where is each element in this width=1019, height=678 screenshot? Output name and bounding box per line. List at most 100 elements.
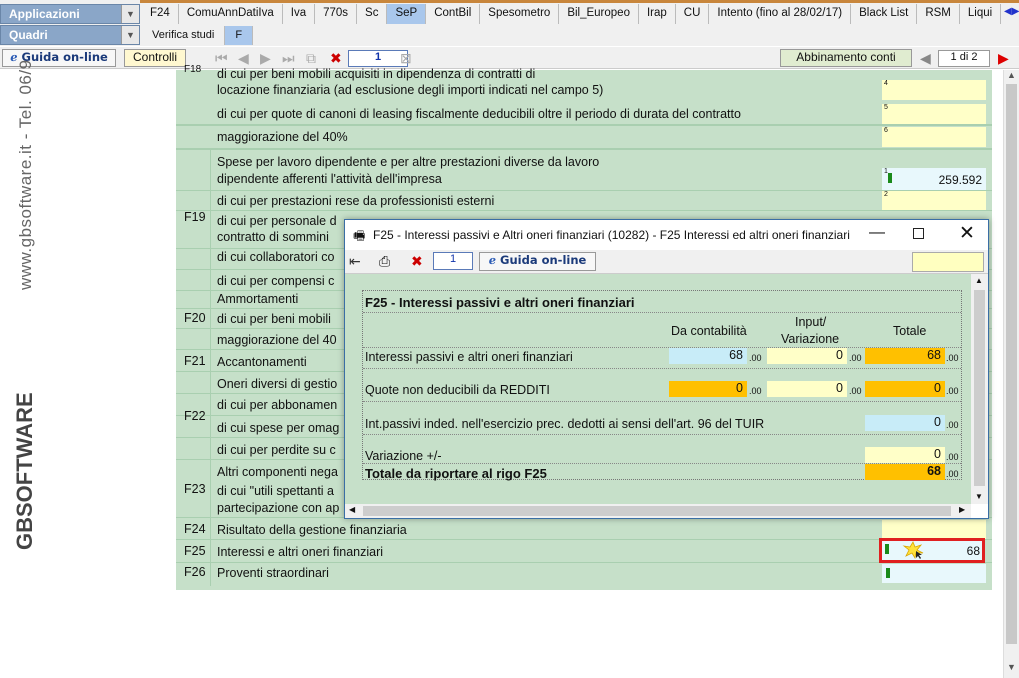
tab-sc[interactable]: Sc bbox=[357, 4, 388, 24]
quote-input[interactable]: 0 bbox=[767, 381, 847, 397]
scroll-thumb[interactable] bbox=[974, 290, 985, 486]
tab-contbil[interactable]: ContBil bbox=[426, 4, 481, 24]
row-label: di cui spese per omag bbox=[217, 421, 340, 435]
top-menu-bar: Applicazioni ▼ Quadri ▼ F24 ComuAnnDatiIv… bbox=[0, 0, 1019, 46]
close-icon[interactable]: ✕ bbox=[959, 222, 975, 245]
status-marker-icon bbox=[888, 173, 892, 183]
variazione-totale[interactable]: 0 bbox=[865, 447, 945, 463]
maximize-icon[interactable] bbox=[913, 228, 924, 239]
quote-contabilita[interactable]: 0 bbox=[669, 381, 747, 397]
value: 0 bbox=[934, 447, 941, 461]
delete-page-icon[interactable]: ✖ bbox=[330, 50, 342, 67]
copy-icon[interactable]: ⧉ bbox=[306, 50, 316, 67]
dialog-hscroll[interactable]: ◀ ▶ bbox=[345, 504, 971, 518]
form-row-f26: F26 Proventi straordinari bbox=[176, 563, 992, 586]
row-label: Accantonamenti bbox=[217, 355, 307, 369]
tab-cu[interactable]: CU bbox=[676, 4, 710, 24]
exit-door-icon[interactable]: ⇤ bbox=[349, 253, 361, 270]
tabs-scroll-arrows[interactable]: ◀▶ bbox=[1004, 6, 1019, 17]
scroll-up-icon[interactable]: ▲ bbox=[975, 276, 983, 285]
dialog-toolbar: ⇤ ⎙ ✖ 1 ℯ Guida on-line bbox=[345, 250, 988, 274]
tab-liqui[interactable]: Liqui bbox=[960, 4, 1002, 24]
row-label: di cui per beni mobili bbox=[217, 312, 331, 326]
dialog-vscroll[interactable]: ▲ ▼ bbox=[971, 274, 988, 504]
abbinamento-conti-button[interactable]: Abbinamento conti bbox=[780, 49, 912, 67]
controlli-label: Controlli bbox=[132, 50, 177, 64]
page-number-field[interactable]: 1 bbox=[348, 50, 408, 67]
input-campo-2[interactable]: 2 bbox=[882, 191, 986, 210]
col-header-contabilita: Da contabilità bbox=[671, 324, 747, 338]
prev-pages-icon[interactable]: ◀ bbox=[920, 50, 931, 67]
chevron-down-icon[interactable]: ▼ bbox=[121, 26, 139, 44]
cancel-icon[interactable]: ⊠ bbox=[400, 50, 412, 67]
int-passivi-totale[interactable]: 0 bbox=[865, 415, 945, 431]
tab-rsm[interactable]: RSM bbox=[917, 4, 960, 24]
prev-page-icon[interactable]: ◀ bbox=[238, 50, 249, 67]
field-number: 6 bbox=[884, 127, 888, 134]
scroll-thumb[interactable] bbox=[363, 506, 951, 516]
controlli-button[interactable]: Controlli bbox=[124, 49, 186, 67]
field-number: 5 bbox=[884, 104, 888, 111]
scroll-down-icon[interactable]: ▼ bbox=[975, 492, 983, 501]
module-tabs: F24 ComuAnnDatiIva Iva 770s Sc SeP ContBil Spes… bbox=[142, 4, 1002, 25]
form-row-f25: F25 Interessi e altri oneri finanziari 6… bbox=[176, 538, 992, 563]
scroll-left-icon[interactable]: ◀ bbox=[349, 505, 355, 514]
tab-sep[interactable]: SeP bbox=[387, 4, 427, 24]
row-code-f23: F23 bbox=[184, 482, 206, 496]
tab-iva[interactable]: Iva bbox=[283, 4, 316, 24]
minimize-icon[interactable]: — bbox=[869, 224, 885, 242]
row-label: di cui per quote di canoni di leasing fi… bbox=[217, 107, 741, 121]
tab-f24[interactable]: F24 bbox=[142, 4, 179, 24]
tab-black-list[interactable]: Black List bbox=[851, 4, 918, 24]
applicazioni-select[interactable]: Applicazioni ▼ bbox=[0, 4, 140, 24]
next-pages-icon[interactable]: ▶ bbox=[998, 50, 1009, 67]
first-page-icon[interactable]: ⏮ bbox=[215, 50, 228, 67]
input-f26[interactable] bbox=[882, 564, 986, 583]
input-campo-6[interactable]: 6 bbox=[882, 127, 986, 147]
page-scrollbar[interactable]: ▲ ▼ bbox=[1003, 70, 1019, 678]
spese-value: 259.592 bbox=[938, 173, 982, 187]
tab-bil-europeo[interactable]: Bil_Europeo bbox=[559, 4, 639, 24]
input-f24[interactable] bbox=[882, 520, 986, 539]
click-burst-icon bbox=[902, 541, 924, 560]
next-page-icon[interactable]: ▶ bbox=[260, 50, 271, 67]
input-campo-5[interactable]: 5 bbox=[882, 104, 986, 124]
row-code-f25: F25 bbox=[184, 544, 206, 558]
subtab-f[interactable]: F bbox=[225, 26, 254, 45]
interessi-input[interactable]: 0 bbox=[767, 348, 847, 364]
delete-icon[interactable]: ✖ bbox=[411, 253, 423, 270]
field-number: 2 bbox=[884, 191, 888, 198]
dialog-content: F25 - Interessi passivi e altri oneri fi… bbox=[345, 274, 971, 504]
row-label: Interessi e altri oneri finanziari bbox=[217, 545, 384, 559]
tab-irap[interactable]: Irap bbox=[639, 4, 676, 24]
status-marker-icon bbox=[885, 544, 889, 554]
dialog-page-field[interactable]: 1 bbox=[433, 252, 473, 270]
scroll-down-icon[interactable]: ▼ bbox=[1007, 662, 1016, 672]
form-row-f19-professionisti: di cui per prestazioni rese da professio… bbox=[176, 191, 992, 211]
dialog-title: F25 - Interessi passivi e Altri oneri fi… bbox=[373, 228, 850, 242]
input-spese-lavoro[interactable]: 1 259.592 bbox=[882, 168, 986, 190]
tab-770s[interactable]: 770s bbox=[315, 4, 358, 24]
subtab-verifica-studi[interactable]: Verifica studi bbox=[142, 26, 226, 45]
scroll-right-icon[interactable]: ▶ bbox=[959, 505, 965, 514]
decimals: .00 bbox=[749, 353, 762, 363]
scroll-thumb[interactable] bbox=[1006, 84, 1017, 644]
chevron-down-icon[interactable]: ▼ bbox=[121, 5, 139, 23]
tab-spesometro[interactable]: Spesometro bbox=[480, 4, 560, 24]
quadri-select[interactable]: Quadri ▼ bbox=[0, 25, 140, 45]
brand-logo-text: GBSOFTWARE bbox=[12, 392, 37, 550]
row-label: maggiorazione del 40% bbox=[217, 130, 348, 144]
form-row-f19-spese: Spese per lavoro dipendente e per altre … bbox=[176, 149, 992, 191]
input-f25-highlighted[interactable]: 68 bbox=[879, 538, 985, 563]
input-campo-4[interactable]: 4 bbox=[882, 80, 986, 100]
value: 0 bbox=[836, 381, 843, 395]
dialog-guida-button[interactable]: ℯ Guida on-line bbox=[479, 252, 596, 271]
row-label: di cui per perdite su c bbox=[217, 443, 336, 457]
tab-comuanndatiiva[interactable]: ComuAnnDatiIva bbox=[179, 4, 283, 24]
tab-intento-fino-al-28-02-17-[interactable]: Intento (fino al 28/02/17) bbox=[709, 4, 852, 24]
scroll-up-icon[interactable]: ▲ bbox=[1007, 70, 1016, 80]
last-page-icon[interactable]: ⏭ bbox=[282, 50, 295, 67]
print-icon[interactable]: ⎙ bbox=[379, 253, 390, 270]
interessi-contabilita[interactable]: 68 bbox=[669, 348, 747, 364]
dialog-note-field[interactable] bbox=[912, 252, 984, 272]
